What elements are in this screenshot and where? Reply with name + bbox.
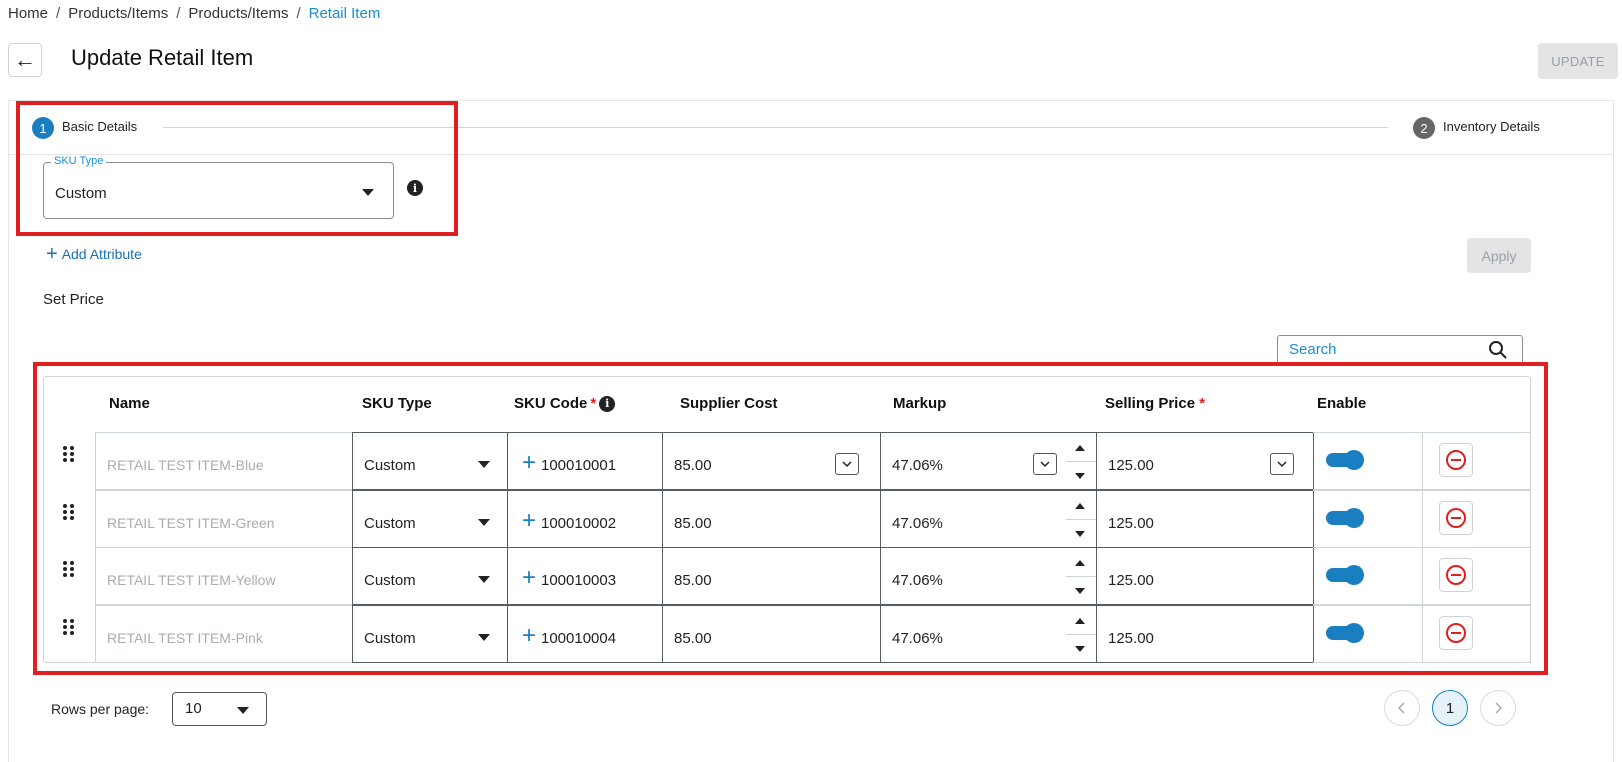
breadcrumb-separator: / — [56, 5, 61, 22]
previous-page-button[interactable] — [1384, 690, 1420, 726]
breadcrumb-separator: / — [296, 5, 301, 22]
back-button[interactable]: ← — [8, 43, 42, 77]
page-title: Update Retail Item — [71, 45, 254, 70]
search-placeholder: Search — [1289, 341, 1337, 358]
highlight-box-price-table — [33, 362, 1548, 675]
chevron-left-icon — [1397, 702, 1405, 714]
plus-icon: + — [46, 243, 58, 265]
next-page-button[interactable] — [1480, 690, 1516, 726]
search-icon[interactable] — [1488, 340, 1508, 363]
breadcrumb-home[interactable]: Home — [8, 5, 48, 22]
highlight-box-basic-details — [16, 101, 458, 236]
update-button[interactable]: UPDATE — [1538, 43, 1618, 79]
breadcrumb: Home / Products/Items / Products/Items / Retai… — [8, 5, 380, 22]
arrow-left-icon: ← — [14, 47, 36, 72]
step-2-label[interactable]: Inventory Details — [1443, 119, 1540, 134]
add-attribute-button[interactable]: + Add Attribute — [46, 243, 142, 265]
breadcrumb-products-items-2[interactable]: Products/Items — [188, 5, 288, 22]
rows-per-page-label: Rows per page: — [51, 701, 150, 717]
breadcrumb-products-items[interactable]: Products/Items — [68, 5, 168, 22]
breadcrumb-current: Retail Item — [308, 5, 381, 22]
apply-button[interactable]: Apply — [1467, 238, 1531, 273]
caret-down-icon — [237, 707, 249, 714]
set-price-heading: Set Price — [43, 291, 104, 308]
add-attribute-label: Add Attribute — [61, 246, 142, 262]
step-2-indicator[interactable]: 2 — [1413, 117, 1435, 139]
page-1-button[interactable]: 1 — [1432, 690, 1468, 726]
chevron-right-icon — [1495, 702, 1503, 714]
rows-per-page-value: 10 — [185, 700, 202, 717]
breadcrumb-separator: / — [176, 5, 181, 22]
